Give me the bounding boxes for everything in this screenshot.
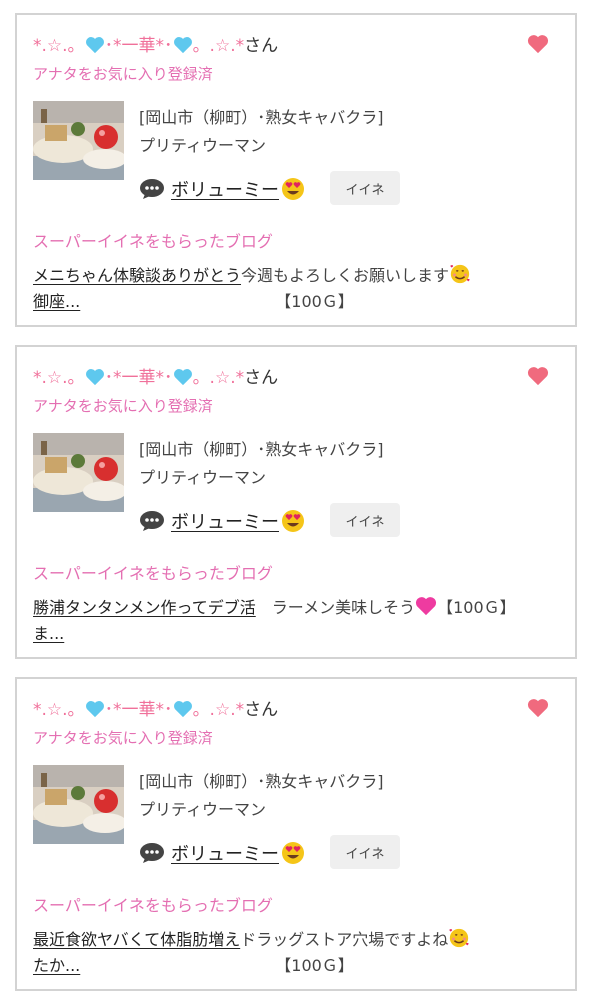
- super-iine-blog-title: スーパーイイネをもらったブログ: [33, 564, 273, 583]
- iine-button[interactable]: イイネ: [330, 503, 400, 537]
- cast-name-link[interactable]: ボリューミー: [171, 840, 305, 866]
- speech-bubble-icon: [140, 843, 164, 863]
- blog-title-link[interactable]: メニちゃん体験談ありがとう: [33, 266, 241, 285]
- cast-name-link[interactable]: ボリューミー: [171, 176, 305, 202]
- favorite-card: *.☆.。 ･*一華*･ 。.☆.*さん アナタをお気に入り登録済 [岡山市（柳町）…: [15, 345, 577, 659]
- cast-row: ボリューミー: [139, 836, 305, 870]
- light-blue-heart-icon: [85, 37, 104, 54]
- shop-name[interactable]: プリティウーマン: [139, 132, 266, 156]
- cast-photo[interactable]: [33, 765, 124, 844]
- shop-area: [岡山市（柳町）･熟女キャバクラ]: [139, 108, 384, 127]
- super-iine-blog-title: スーパーイイネをもらったブログ: [33, 232, 273, 251]
- super-iine-blog-title: スーパーイイネをもらったブログ: [33, 896, 273, 915]
- blog-title-link[interactable]: 勝浦タンタンメン作ってデブ活: [33, 598, 256, 617]
- light-blue-heart-icon: [173, 369, 192, 386]
- smiling-face-with-hearts-icon: [449, 928, 469, 948]
- light-blue-heart-icon: [85, 369, 104, 386]
- speech-bubble-icon: [140, 179, 164, 199]
- shop-name[interactable]: プリティウーマン: [139, 796, 266, 820]
- user-name[interactable]: *.☆.。 ･*一華*･ 。.☆.*さん: [33, 363, 278, 388]
- favorite-status: アナタをお気に入り登録済: [33, 729, 213, 747]
- user-name[interactable]: *.☆.。 ･*一華*･ 。.☆.*さん: [33, 695, 278, 720]
- blog-reward: 【100Ｇ】: [437, 598, 516, 617]
- blog-comment: ラーメン美味しそう: [271, 598, 416, 617]
- heart-eyes-face-icon: [282, 510, 304, 532]
- iine-button[interactable]: イイネ: [330, 171, 400, 205]
- blog-entry: 最近食欲ヤバくて体脂肪増えドラッグストア穴場ですよね たか... 【100Ｇ】: [33, 927, 548, 979]
- light-blue-heart-icon: [85, 701, 104, 718]
- blog-entry: メニちゃん体験談ありがとう今週もよろしくお願いします 御座... 【100Ｇ】: [33, 263, 548, 315]
- blog-entry: 勝浦タンタンメン作ってデブ活 ラーメン美味しそう 【100Ｇ】 ま...: [33, 595, 548, 647]
- heart-eyes-face-icon: [282, 178, 304, 200]
- heart-icon[interactable]: [527, 365, 549, 387]
- blog-title-link[interactable]: 最近食欲ヤバくて体脂肪増え: [33, 930, 240, 949]
- cast-row: ボリューミー: [139, 172, 305, 206]
- smiling-face-with-hearts-icon: [450, 264, 470, 284]
- iine-button[interactable]: イイネ: [330, 835, 400, 869]
- light-blue-heart-icon: [173, 701, 192, 718]
- blog-reward: 【100Ｇ】: [275, 956, 354, 975]
- cast-name-link[interactable]: ボリューミー: [171, 508, 305, 534]
- blog-title-link-continued[interactable]: ま...: [33, 624, 64, 643]
- speech-bubble-icon: [140, 511, 164, 531]
- cast-row: ボリューミー: [139, 504, 305, 538]
- light-blue-heart-icon: [173, 37, 192, 54]
- heart-eyes-face-icon: [282, 842, 304, 864]
- favorite-card: *.☆.。 ･*一華*･ 。.☆.*さん アナタをお気に入り登録済 [岡山市（柳町）…: [15, 677, 577, 991]
- heart-icon[interactable]: [527, 697, 549, 719]
- favorite-card: *.☆.。 ･*一華*･ 。.☆.*さん アナタをお気に入り登録済 [岡山市（柳町）…: [15, 13, 577, 327]
- blog-title-link-continued[interactable]: たか...: [33, 956, 80, 975]
- favorite-status: アナタをお気に入り登録済: [33, 397, 213, 415]
- pink-heart-icon: [416, 597, 437, 616]
- cast-photo[interactable]: [33, 433, 124, 512]
- shop-area: [岡山市（柳町）･熟女キャバクラ]: [139, 772, 384, 791]
- blog-comment: ドラッグストア穴場ですよね: [240, 930, 449, 949]
- user-name[interactable]: *.☆.。 ･*一華*･ 。.☆.*さん: [33, 31, 278, 56]
- heart-icon[interactable]: [527, 33, 549, 55]
- cast-photo[interactable]: [33, 101, 124, 180]
- favorite-status: アナタをお気に入り登録済: [33, 65, 213, 83]
- blog-title-link-continued[interactable]: 御座...: [33, 292, 80, 311]
- blog-reward: 【100Ｇ】: [275, 292, 354, 311]
- shop-area: [岡山市（柳町）･熟女キャバクラ]: [139, 440, 384, 459]
- shop-name[interactable]: プリティウーマン: [139, 464, 266, 488]
- blog-comment: 今週もよろしくお願いします: [241, 266, 450, 285]
